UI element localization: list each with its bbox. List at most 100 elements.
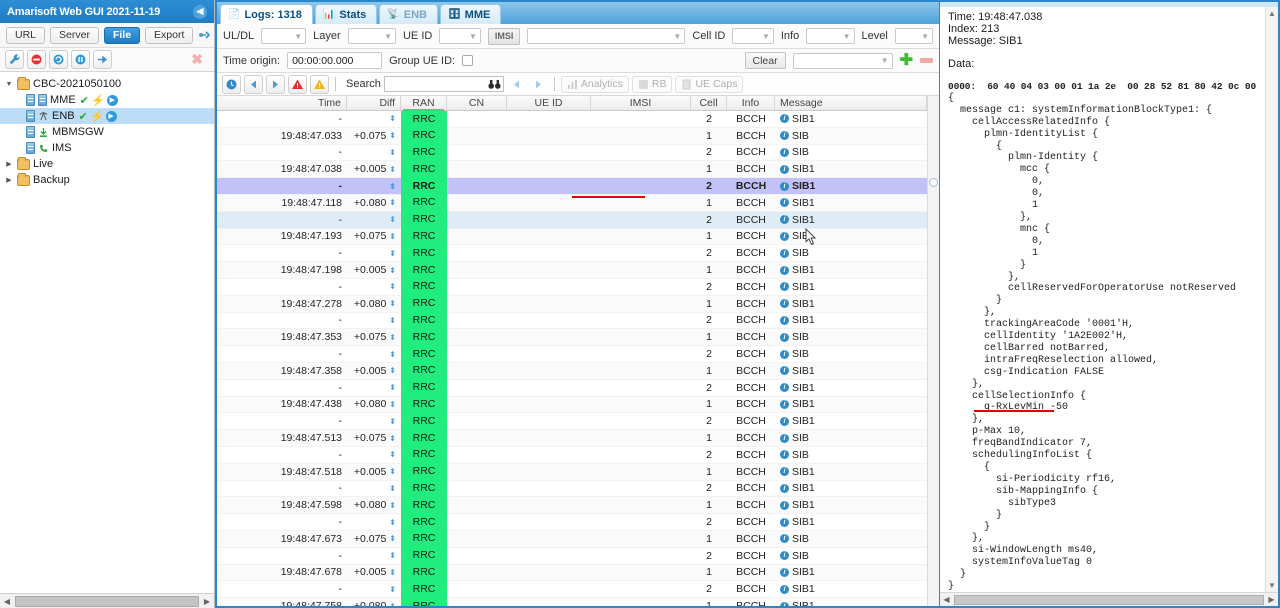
file-button[interactable]: File	[104, 27, 140, 44]
table-row[interactable]: -⬍RRC2BCCHiSIB1	[217, 212, 927, 229]
stop-icon[interactable]	[27, 50, 46, 69]
level-select[interactable]: ▼	[895, 28, 933, 44]
chevron-right-icon[interactable]	[4, 176, 14, 184]
chevron-left-icon[interactable]: ◀	[193, 5, 207, 19]
time-origin-input[interactable]: 00:00:00.000	[287, 52, 382, 69]
prev-arrow-icon[interactable]	[507, 75, 526, 94]
minus-icon[interactable]	[920, 58, 933, 63]
table-row[interactable]: -⬍RRC2BCCHiSIB	[217, 245, 927, 262]
next-arrow-icon[interactable]	[529, 75, 548, 94]
clock-icon[interactable]	[222, 75, 241, 94]
table-row[interactable]: 19:48:47.758+0.080⬍RRC1BCCHiSIB1	[217, 598, 927, 606]
scroll-left-icon[interactable]: ◀	[940, 595, 953, 604]
ue-id-select[interactable]: ▼	[439, 28, 481, 44]
tree-node-enb[interactable]: ENB ✔ ⚡ ▶	[0, 108, 214, 124]
analytics-button[interactable]: Analytics	[561, 76, 629, 93]
info-select[interactable]: ▼	[806, 28, 854, 44]
table-row[interactable]: -⬍RRC2BCCHiSIB1	[217, 279, 927, 296]
tree-node-backup[interactable]: Backup	[0, 172, 214, 188]
tree-node-mme[interactable]: MME ✔ ⚡ ▶	[0, 92, 214, 108]
column-header-ran[interactable]: RAN	[401, 96, 447, 110]
table-row[interactable]: 19:48:47.598+0.080⬍RRC1BCCHiSIB1	[217, 497, 927, 514]
scroll-left-icon[interactable]: ◀	[0, 597, 14, 606]
table-row[interactable]: 19:48:47.673+0.075⬍RRC1BCCHiSIB	[217, 531, 927, 548]
scrollbar-thumb[interactable]	[954, 595, 1264, 605]
close-icon[interactable]: ✖	[191, 51, 209, 68]
pause-icon[interactable]	[71, 50, 90, 69]
scrollbar-thumb[interactable]	[15, 596, 199, 607]
column-header-diff[interactable]: Diff	[347, 96, 401, 110]
scroll-up-icon[interactable]: ▲	[1268, 9, 1276, 18]
scroll-right-icon[interactable]: ▶	[200, 597, 214, 606]
table-row[interactable]: -⬍RRC2BCCHiSIB1	[217, 481, 927, 498]
search-input[interactable]	[384, 76, 504, 92]
table-row[interactable]: -⬍RRC2BCCHiSIB1	[217, 178, 927, 195]
table-row[interactable]: -⬍RRC2BCCHiSIB1	[217, 380, 927, 397]
back-arrow-icon[interactable]	[244, 75, 263, 94]
table-row[interactable]: 19:48:47.118+0.080⬍RRC1BCCHiSIB1	[217, 195, 927, 212]
column-header-imsi[interactable]: IMSI	[591, 96, 691, 110]
table-row[interactable]: 19:48:47.358+0.005⬍RRC1BCCHiSIB1	[217, 363, 927, 380]
preset-select[interactable]: ▼	[793, 53, 893, 69]
table-row[interactable]: -⬍RRC2BCCHiSIB	[217, 548, 927, 565]
cell-id-select[interactable]: ▼	[732, 28, 774, 44]
table-row[interactable]: 19:48:47.513+0.075⬍RRC1BCCHiSIB	[217, 430, 927, 447]
url-button[interactable]: URL	[6, 27, 45, 44]
warning-icon[interactable]	[310, 75, 329, 94]
tab-enb[interactable]: 📡 ENB	[379, 4, 438, 24]
tab-mme[interactable]: 🗄 MME	[440, 4, 501, 24]
table-row[interactable]: 19:48:47.193+0.075⬍RRC1BCCHiSIB	[217, 229, 927, 246]
plus-icon[interactable]: ✚	[900, 53, 913, 69]
column-header-message[interactable]: Message	[775, 96, 927, 110]
column-header-time[interactable]: Time	[217, 96, 347, 110]
tree-node-mbmsgw[interactable]: MBMSGW	[0, 124, 214, 140]
table-row[interactable]: 19:48:47.033+0.075⬍RRC1BCCHiSIB	[217, 128, 927, 145]
plug-icon[interactable]	[198, 27, 212, 43]
table-row[interactable]: -⬍RRC2BCCHiSIB1	[217, 514, 927, 531]
table-row[interactable]: 19:48:47.353+0.075⬍RRC1BCCHiSIB	[217, 329, 927, 346]
tab-stats[interactable]: 📊 Stats	[315, 4, 377, 24]
imsi-select[interactable]: ▼	[527, 28, 685, 44]
column-header-cell[interactable]: Cell	[691, 96, 727, 110]
play-icon[interactable]: ▶	[107, 95, 118, 106]
ue-caps-button[interactable]: UE Caps	[675, 76, 743, 93]
chevron-down-icon[interactable]	[4, 81, 14, 88]
server-button[interactable]: Server	[50, 27, 99, 44]
table-row[interactable]: 19:48:47.198+0.005⬍RRC1BCCHiSIB1	[217, 262, 927, 279]
scroll-down-icon[interactable]: ▼	[1268, 581, 1276, 590]
sidebar-horizontal-scrollbar[interactable]: ◀ ▶	[0, 593, 214, 608]
chevron-right-icon[interactable]	[4, 160, 14, 168]
tree-node-cbc[interactable]: CBC-2021050100	[0, 76, 214, 92]
group-ue-checkbox[interactable]	[462, 55, 473, 66]
table-row[interactable]: 19:48:47.278+0.080⬍RRC1BCCHiSIB1	[217, 296, 927, 313]
table-row[interactable]: -⬍RRC2BCCHiSIB1	[217, 581, 927, 598]
table-row[interactable]: -⬍RRC2BCCHiSIB1	[217, 313, 927, 330]
error-icon[interactable]	[288, 75, 307, 94]
column-header-info[interactable]: Info	[727, 96, 775, 110]
column-header-cn[interactable]: CN	[447, 96, 507, 110]
tab-logs[interactable]: 📄 Logs: 1318	[220, 4, 313, 24]
plug-icon[interactable]	[93, 50, 112, 69]
forward-arrow-icon[interactable]	[266, 75, 285, 94]
refresh-icon[interactable]	[49, 50, 68, 69]
ul-dl-select[interactable]: ▼	[261, 28, 306, 44]
tree-node-ims[interactable]: IMS	[0, 140, 214, 156]
table-row[interactable]: -⬍RRC2BCCHiSIB1	[217, 413, 927, 430]
table-row[interactable]: 19:48:47.678+0.005⬍RRC1BCCHiSIB1	[217, 565, 927, 582]
table-row[interactable]: 19:48:47.038+0.005⬍RRC1BCCHiSIB1	[217, 161, 927, 178]
table-row[interactable]: -⬍RRC2BCCHiSIB	[217, 346, 927, 363]
export-button[interactable]: Export	[145, 27, 193, 44]
table-row[interactable]: -⬍RRC2BCCHiSIB	[217, 447, 927, 464]
detail-horizontal-scrollbar[interactable]: ◀ ▶	[940, 592, 1278, 606]
table-vertical-scrollbar[interactable]	[927, 96, 939, 606]
tree-node-live[interactable]: Live	[0, 156, 214, 172]
detail-vertical-scrollbar[interactable]: ▲ ▼	[1265, 7, 1278, 592]
scroll-right-icon[interactable]: ▶	[1265, 595, 1278, 604]
clear-button[interactable]: Clear	[745, 52, 786, 69]
play-icon[interactable]: ▶	[106, 111, 117, 122]
table-row[interactable]: 19:48:47.438+0.080⬍RRC1BCCHiSIB1	[217, 397, 927, 414]
scrollbar-thumb[interactable]	[929, 178, 938, 187]
table-row[interactable]: -⬍RRC2BCCHiSIB	[217, 145, 927, 162]
column-header-ue-id[interactable]: UE ID	[507, 96, 591, 110]
rb-button[interactable]: RB	[632, 76, 673, 93]
